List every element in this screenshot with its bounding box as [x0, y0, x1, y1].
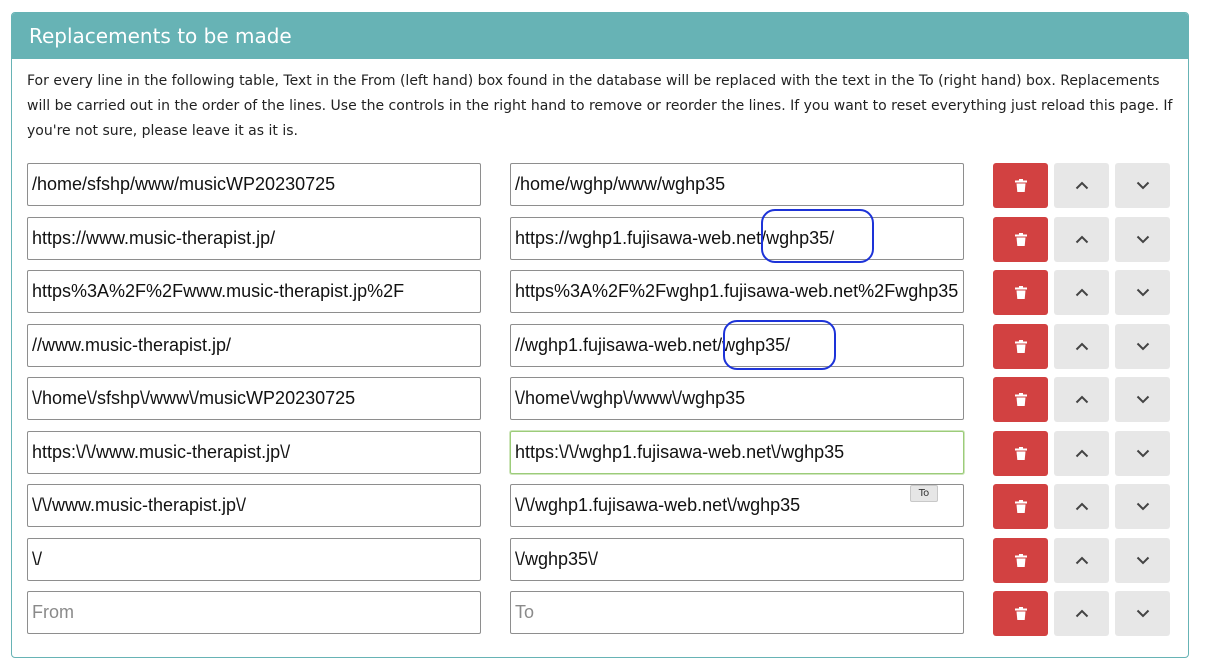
chevron-down-icon — [1136, 181, 1149, 190]
trash-icon — [1014, 393, 1027, 406]
from-input[interactable] — [27, 538, 481, 581]
replacement-row — [12, 324, 1188, 369]
delete-row-button[interactable] — [993, 431, 1048, 476]
to-input[interactable] — [510, 270, 964, 313]
trash-icon — [1014, 500, 1027, 513]
delete-row-button[interactable] — [993, 377, 1048, 422]
to-input[interactable] — [510, 324, 964, 367]
move-up-button[interactable] — [1054, 217, 1109, 262]
delete-row-button[interactable] — [993, 484, 1048, 529]
chevron-down-icon — [1136, 235, 1149, 244]
chevron-down-icon — [1136, 556, 1149, 565]
from-input[interactable] — [27, 591, 481, 634]
chevron-down-icon — [1136, 395, 1149, 404]
move-up-button[interactable] — [1054, 431, 1109, 476]
from-input[interactable] — [27, 431, 481, 474]
replacement-row — [12, 217, 1188, 262]
to-input[interactable] — [510, 163, 964, 206]
replacement-row — [12, 377, 1188, 422]
move-down-button[interactable] — [1115, 163, 1170, 208]
trash-icon — [1014, 607, 1027, 620]
replacement-row — [12, 163, 1188, 208]
chevron-down-icon — [1136, 449, 1149, 458]
move-down-button[interactable] — [1115, 270, 1170, 315]
chevron-up-icon — [1075, 502, 1088, 511]
replacement-row — [12, 270, 1188, 315]
move-up-button[interactable] — [1054, 591, 1109, 636]
to-input[interactable] — [510, 538, 964, 581]
chevron-up-icon — [1075, 235, 1088, 244]
to-input[interactable] — [510, 484, 964, 527]
move-up-button[interactable] — [1054, 538, 1109, 583]
from-input[interactable] — [27, 163, 481, 206]
chevron-up-icon — [1075, 556, 1088, 565]
trash-icon — [1014, 554, 1027, 567]
trash-icon — [1014, 179, 1027, 192]
from-input[interactable] — [27, 377, 481, 420]
to-input[interactable] — [510, 217, 964, 260]
delete-row-button[interactable] — [993, 270, 1048, 315]
replacement-row — [12, 538, 1188, 583]
chevron-up-icon — [1075, 342, 1088, 351]
from-input[interactable] — [27, 484, 481, 527]
delete-row-button[interactable] — [993, 324, 1048, 369]
move-down-button[interactable] — [1115, 324, 1170, 369]
panel-title: Replacements to be made — [12, 13, 1188, 59]
trash-icon — [1014, 233, 1027, 246]
from-input[interactable] — [27, 270, 481, 313]
replacement-row — [12, 431, 1188, 476]
chevron-down-icon — [1136, 502, 1149, 511]
from-input[interactable] — [27, 324, 481, 367]
move-down-button[interactable] — [1115, 538, 1170, 583]
delete-row-button[interactable] — [993, 163, 1048, 208]
move-down-button[interactable] — [1115, 591, 1170, 636]
chevron-up-icon — [1075, 181, 1088, 190]
chevron-down-icon — [1136, 288, 1149, 297]
to-input[interactable] — [510, 431, 964, 474]
delete-row-button[interactable] — [993, 591, 1048, 636]
chevron-up-icon — [1075, 288, 1088, 297]
move-down-button[interactable] — [1115, 217, 1170, 262]
move-down-button[interactable] — [1115, 484, 1170, 529]
replacement-row — [12, 484, 1188, 529]
move-up-button[interactable] — [1054, 377, 1109, 422]
move-up-button[interactable] — [1054, 484, 1109, 529]
replacement-row-new — [12, 591, 1188, 636]
panel-description: For every line in the following table, T… — [27, 73, 1173, 139]
move-up-button[interactable] — [1054, 163, 1109, 208]
move-up-button[interactable] — [1054, 324, 1109, 369]
chevron-down-icon — [1136, 342, 1149, 351]
chevron-up-icon — [1075, 449, 1088, 458]
replacements-panel: Replacements to be made For every line i… — [11, 12, 1189, 658]
to-input[interactable] — [510, 591, 964, 634]
trash-icon — [1014, 447, 1027, 460]
to-input[interactable] — [510, 377, 964, 420]
trash-icon — [1014, 286, 1027, 299]
move-down-button[interactable] — [1115, 431, 1170, 476]
trash-icon — [1014, 340, 1027, 353]
from-input[interactable] — [27, 217, 481, 260]
move-down-button[interactable] — [1115, 377, 1170, 422]
delete-row-button[interactable] — [993, 538, 1048, 583]
chevron-down-icon — [1136, 609, 1149, 618]
chevron-up-icon — [1075, 395, 1088, 404]
chevron-up-icon — [1075, 609, 1088, 618]
move-up-button[interactable] — [1054, 270, 1109, 315]
delete-row-button[interactable] — [993, 217, 1048, 262]
to-tooltip: To — [910, 485, 938, 502]
